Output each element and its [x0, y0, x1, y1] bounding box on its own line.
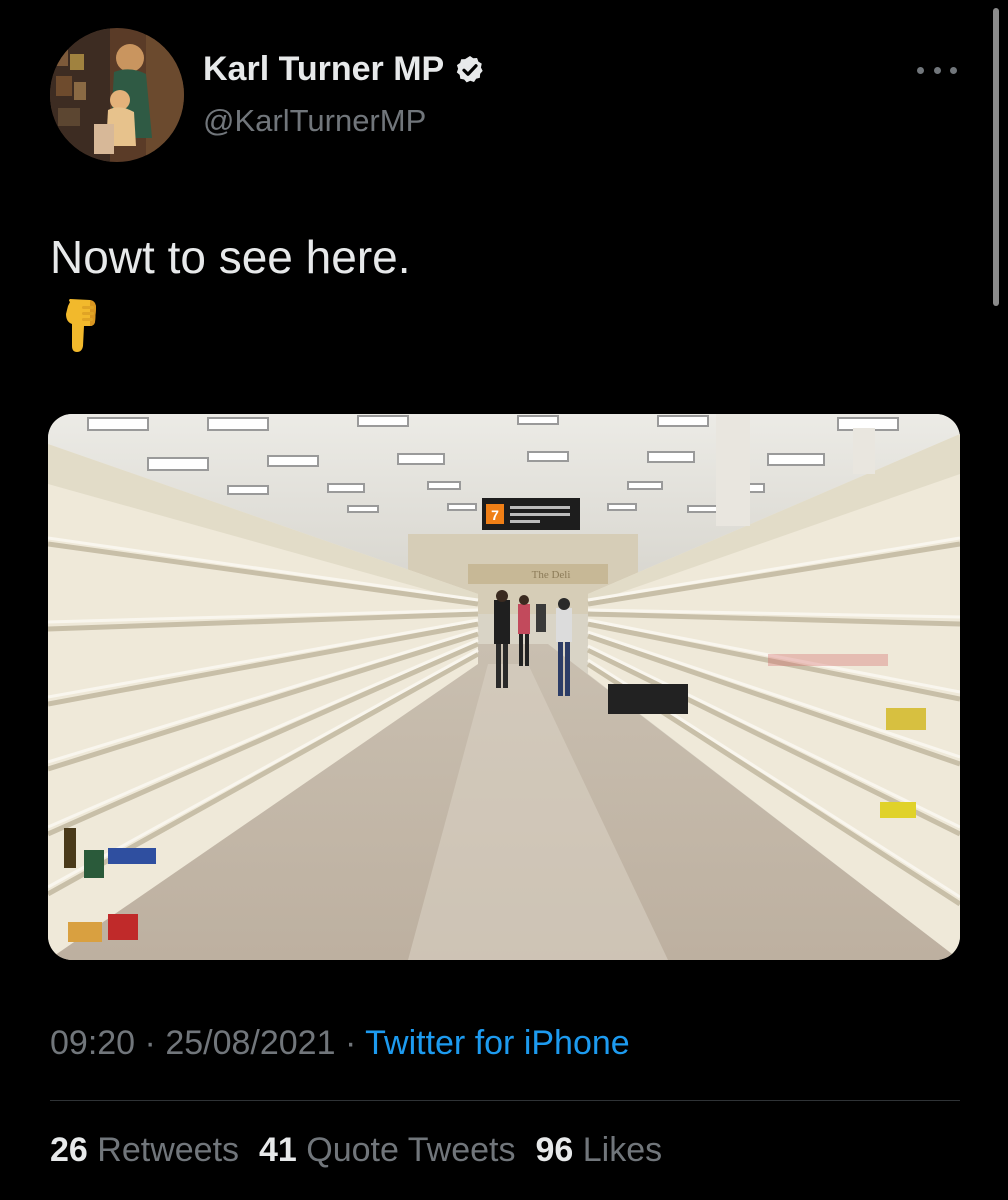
more-options-icon[interactable]: [917, 58, 957, 82]
verified-badge-icon: [454, 54, 486, 86]
retweets-stat[interactable]: 26 Retweets: [50, 1131, 239, 1170]
more-dot: [950, 66, 957, 74]
retweets-count: 26: [50, 1131, 88, 1169]
tweet-photo[interactable]: 7 The Deli: [48, 414, 960, 960]
meta-separator: ·: [344, 1024, 357, 1062]
tweet-time[interactable]: 09:20: [50, 1024, 135, 1062]
avatar[interactable]: [50, 28, 184, 162]
tweet-metadata: 09:20 · 25/08/2021 · Twitter for iPhone: [50, 1024, 630, 1063]
author-name-text[interactable]: Karl Turner MP: [203, 50, 444, 89]
tweet-text: Nowt to see here.: [50, 231, 411, 283]
retweets-label: Retweets: [97, 1131, 240, 1169]
more-dot: [933, 66, 941, 74]
tweet-source-link[interactable]: Twitter for iPhone: [365, 1024, 630, 1062]
author-name[interactable]: Karl Turner MP: [203, 50, 486, 89]
deli-sign: The Deli: [532, 569, 571, 581]
quote-tweets-label: Quote Tweets: [306, 1131, 516, 1169]
quote-tweets-stat[interactable]: 41 Quote Tweets: [259, 1131, 515, 1170]
tweet-date[interactable]: 25/08/2021: [165, 1024, 335, 1062]
meta-separator: ·: [144, 1024, 156, 1062]
likes-label: Likes: [582, 1131, 663, 1169]
likes-stat[interactable]: 96 Likes: [535, 1131, 662, 1170]
more-dot: [917, 66, 924, 74]
likes-count: 96: [535, 1131, 574, 1169]
aisle-sign-number: 7: [491, 507, 499, 523]
divider: [50, 1100, 960, 1101]
engagement-stats: 26 Retweets 41 Quote Tweets 96 Likes: [50, 1131, 662, 1170]
scrollbar[interactable]: [993, 8, 999, 306]
author-handle[interactable]: @KarlTurnerMP: [203, 103, 426, 139]
pointing-down-emoji-icon: [60, 298, 106, 354]
quote-tweets-count: 41: [259, 1131, 297, 1169]
